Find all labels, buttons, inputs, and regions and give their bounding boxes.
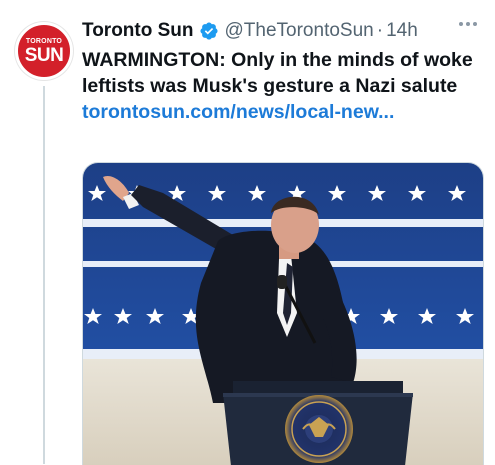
avatar-column: TORONTO SUN xyxy=(15,22,73,464)
verified-badge-icon xyxy=(199,21,219,41)
presidential-seal xyxy=(285,395,353,463)
tweet-text: WARMINGTON: Only in the minds of woke le… xyxy=(82,47,482,125)
media-photo xyxy=(83,163,483,465)
tweet-link[interactable]: torontosun.com/news/local-new... xyxy=(82,101,394,123)
more-options-icon[interactable] xyxy=(459,22,477,26)
avatar-top-text: TORONTO xyxy=(25,37,63,45)
display-name[interactable]: Toronto Sun xyxy=(82,20,194,42)
tweet-content: Toronto Sun @TheTorontoSun · 14h WARMING… xyxy=(82,18,485,125)
tweet-header: Toronto Sun @TheTorontoSun · 14h xyxy=(82,18,485,44)
avatar[interactable]: TORONTO SUN xyxy=(15,22,73,80)
tweet-headline: WARMINGTON: Only in the minds of woke le… xyxy=(82,49,473,97)
handle[interactable]: @TheTorontoSun xyxy=(225,20,374,42)
tweet-media[interactable] xyxy=(82,162,484,465)
separator-dot: · xyxy=(376,20,384,41)
avatar-main-text: SUN xyxy=(24,44,64,66)
thread-line xyxy=(43,86,45,464)
tweet[interactable]: TORONTO SUN Toronto Sun @TheTorontoSun ·… xyxy=(0,0,495,465)
timestamp[interactable]: 14h xyxy=(386,20,418,42)
